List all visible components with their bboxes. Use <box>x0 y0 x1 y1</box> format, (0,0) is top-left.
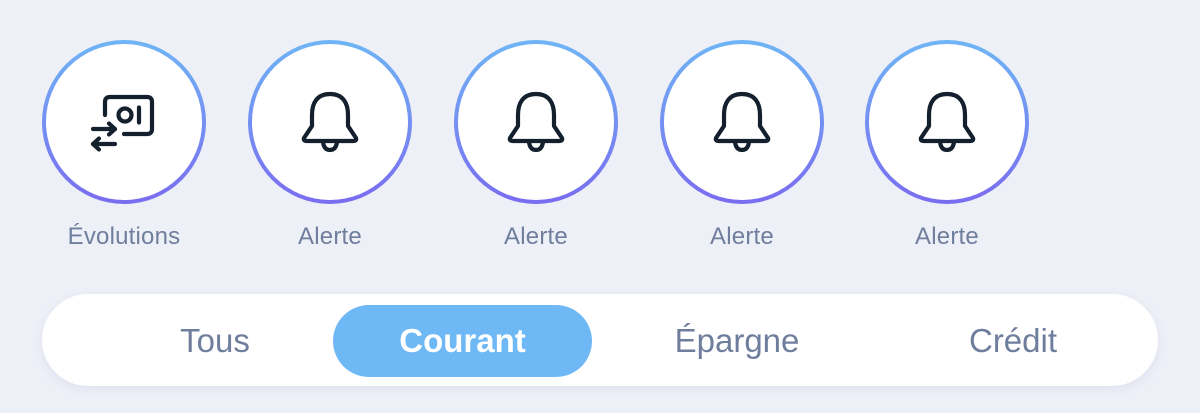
story-circle <box>869 44 1025 200</box>
story-ring <box>248 40 412 204</box>
story-circle <box>46 44 202 200</box>
bell-icon <box>301 91 359 153</box>
story-circle <box>252 44 408 200</box>
story-alert-4[interactable]: Alerte <box>857 40 1037 260</box>
evolutions-icon <box>90 94 155 152</box>
stories-row: Évolutions Alerte Alerte Alerte Alerte <box>0 0 1200 270</box>
story-circle <box>664 44 820 200</box>
story-label: Alerte <box>710 223 774 250</box>
tab-credit[interactable]: Crédit <box>898 305 1128 377</box>
tab-courant[interactable]: Courant <box>333 305 592 377</box>
bell-icon <box>713 91 771 153</box>
bell-icon <box>918 91 976 153</box>
account-filter-tabbar: Tous Courant Épargne Crédit <box>42 294 1158 386</box>
story-label: Alerte <box>298 223 362 250</box>
story-ring <box>454 40 618 204</box>
story-evolutions[interactable]: Évolutions <box>34 40 214 260</box>
story-alert-3[interactable]: Alerte <box>652 40 832 260</box>
story-label: Alerte <box>504 223 568 250</box>
story-ring <box>660 40 824 204</box>
story-alert-2[interactable]: Alerte <box>446 40 626 260</box>
story-label: Alerte <box>915 223 979 250</box>
bell-icon <box>507 91 565 153</box>
tab-tous[interactable]: Tous <box>110 305 320 377</box>
tab-epargne[interactable]: Épargne <box>622 305 852 377</box>
story-label: Évolutions <box>67 223 181 250</box>
story-alert-1[interactable]: Alerte <box>240 40 420 260</box>
story-ring <box>865 40 1029 204</box>
story-circle <box>458 44 614 200</box>
story-ring <box>42 40 206 204</box>
